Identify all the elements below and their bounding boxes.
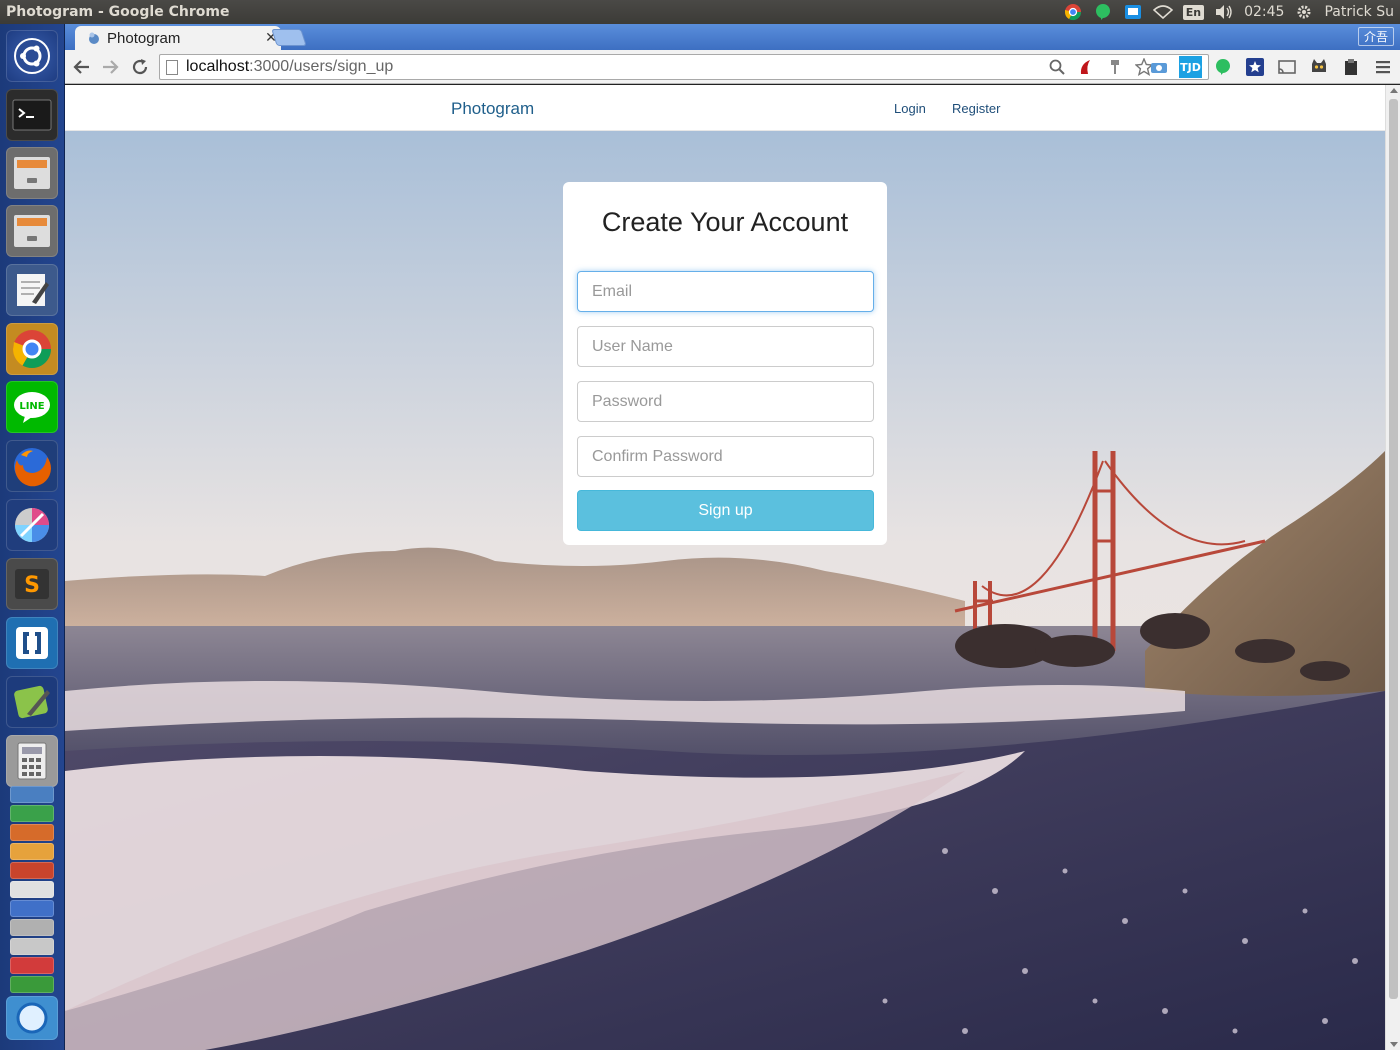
launcher-impress[interactable] <box>10 824 54 841</box>
launcher-tools[interactable] <box>10 862 54 879</box>
browser-toolbar: localhost:3000/users/sign_up TJD <box>65 50 1400 84</box>
launcher-color-picker[interactable] <box>6 499 58 551</box>
confirm-password-field[interactable] <box>577 436 874 477</box>
omnibox-icons <box>1045 56 1155 78</box>
svg-text:S: S <box>24 573 40 598</box>
page-icon <box>166 59 178 75</box>
launcher-app-d[interactable] <box>10 976 54 993</box>
login-link[interactable]: Login <box>894 101 926 116</box>
launcher-notes[interactable] <box>6 676 58 728</box>
system-tray: En 02:45 Patrick Su <box>1063 3 1400 21</box>
bracket-app-icon <box>16 627 48 659</box>
signup-card: Create Your Account Sign up <box>563 182 887 545</box>
tab-photogram[interactable]: Photogram ✕ <box>75 26 281 50</box>
launcher-g-app[interactable] <box>10 900 54 917</box>
username-field[interactable] <box>577 326 874 367</box>
key-icon[interactable] <box>1103 56 1126 78</box>
scrollbar-thumb[interactable] <box>1389 99 1398 999</box>
url-path: :3000/users/sign_up <box>249 58 394 75</box>
launcher-app-b[interactable] <box>10 938 54 955</box>
email-field[interactable] <box>577 271 874 312</box>
launcher-app-e[interactable] <box>6 996 58 1040</box>
line-icon: LINE <box>14 392 50 423</box>
launcher-ubuntu-dash[interactable] <box>6 30 58 82</box>
password-field[interactable] <box>577 381 874 422</box>
ubuntu-logo-icon <box>14 38 50 74</box>
launcher-sublime-text[interactable]: S <box>6 558 58 610</box>
launcher-bracket-app[interactable] <box>6 617 58 669</box>
clipboard-extension-icon[interactable] <box>1339 56 1362 78</box>
app-launcher: LINE S <box>0 24 65 1050</box>
window-title: Photogram - Google Chrome <box>6 4 230 20</box>
keyboard-layout-indicator[interactable]: En <box>1182 4 1205 20</box>
site-brand-link[interactable]: Photogram <box>451 99 534 119</box>
calculator-icon <box>17 742 47 780</box>
scroll-down-icon[interactable] <box>1390 1042 1398 1047</box>
launcher-files-2[interactable] <box>6 205 58 257</box>
ruby-extension-icon[interactable] <box>1074 56 1097 78</box>
menu-icon[interactable] <box>1371 56 1394 78</box>
launcher-calculator[interactable] <box>6 735 58 787</box>
launcher-terminal[interactable] <box>6 89 58 141</box>
sign-up-button[interactable]: Sign up <box>577 490 874 531</box>
user-name[interactable]: Patrick Su <box>1324 4 1394 20</box>
search-icon[interactable] <box>1045 56 1068 78</box>
system-top-panel: Photogram - Google Chrome En 02:45 Patri… <box>0 0 1400 24</box>
star-extension-icon[interactable] <box>1243 56 1266 78</box>
cat-extension-icon[interactable] <box>1307 56 1330 78</box>
new-tab-button[interactable] <box>271 29 307 46</box>
scroll-up-icon[interactable] <box>1390 88 1398 93</box>
launcher-firefox[interactable] <box>6 440 58 492</box>
tab-title: Photogram <box>107 29 181 47</box>
arrow-right-icon <box>103 60 119 74</box>
tjd-extension-icon[interactable]: TJD <box>1179 56 1202 78</box>
page-viewport: Photogram Login Register Create Your Acc… <box>65 85 1385 1050</box>
launcher-files[interactable] <box>6 147 58 199</box>
chrome-tray-icon[interactable] <box>1063 3 1083 21</box>
note-pen-icon <box>14 685 50 719</box>
chrome-icon <box>12 330 52 369</box>
ime-indicator[interactable]: 介吾 <box>1357 27 1394 46</box>
launcher-app-c[interactable] <box>10 957 54 974</box>
back-button[interactable] <box>70 55 94 79</box>
site-navbar: Photogram Login Register <box>65 85 1385 131</box>
launcher-text-editor[interactable] <box>6 264 58 316</box>
globe-icon <box>16 1002 48 1034</box>
extension-icons: TJD <box>1147 56 1394 78</box>
evernote-extension-icon[interactable] <box>1211 56 1234 78</box>
firefox-icon <box>14 448 51 487</box>
launcher-settings[interactable] <box>10 881 54 898</box>
file-cabinet-icon <box>14 215 50 247</box>
gear-icon[interactable] <box>1294 3 1314 21</box>
launcher-calc-sheet[interactable] <box>10 805 54 822</box>
cast-icon[interactable] <box>1275 56 1298 78</box>
launcher-writer[interactable] <box>10 786 54 803</box>
browser-tabstrip: Photogram ✕ 介吾 <box>65 24 1400 50</box>
register-link[interactable]: Register <box>952 101 1000 116</box>
clock[interactable]: 02:45 <box>1244 4 1284 20</box>
launcher-software-center[interactable] <box>10 843 54 860</box>
arrow-left-icon <box>73 60 89 74</box>
terminal-icon <box>12 99 52 131</box>
page-scrollbar[interactable] <box>1385 85 1400 1050</box>
forward-button[interactable] <box>98 55 122 79</box>
file-cabinet-icon <box>14 157 50 189</box>
url-host: localhost <box>186 58 250 75</box>
color-wheel-icon <box>15 508 49 542</box>
form-title: Create Your Account <box>601 207 849 237</box>
reload-button[interactable] <box>128 55 152 79</box>
evernote-tray-icon[interactable] <box>1093 3 1113 21</box>
wifi-icon[interactable] <box>1152 3 1173 21</box>
reload-icon <box>132 59 148 75</box>
launcher-app-a[interactable] <box>10 919 54 936</box>
sublime-text-icon: S <box>15 569 49 599</box>
messenger-tray-icon[interactable] <box>1123 3 1143 21</box>
launcher-line[interactable]: LINE <box>6 381 58 433</box>
text-editor-icon <box>17 274 49 306</box>
volume-icon[interactable] <box>1214 3 1234 21</box>
camera-icon[interactable] <box>1147 56 1170 78</box>
svg-text:LINE: LINE <box>19 401 44 412</box>
launcher-chrome[interactable] <box>6 323 58 375</box>
page-favicon-icon <box>89 32 99 44</box>
